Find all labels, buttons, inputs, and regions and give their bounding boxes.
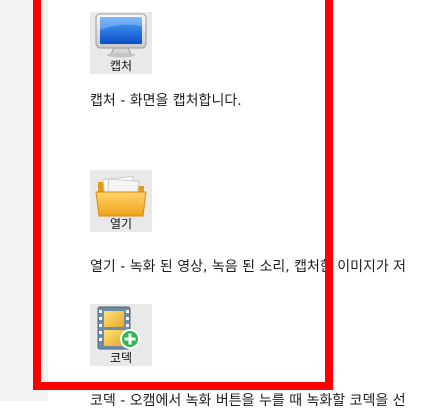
highlight-frame <box>33 0 333 390</box>
codec-description-row: 코덱 - 오캠에서 녹화 버튼을 누를 때 녹화할 코덱을 선 <box>90 392 432 410</box>
codec-description: 코덱 - 오캠에서 녹화 버튼을 누를 때 녹화할 코덱을 선 <box>90 393 406 409</box>
